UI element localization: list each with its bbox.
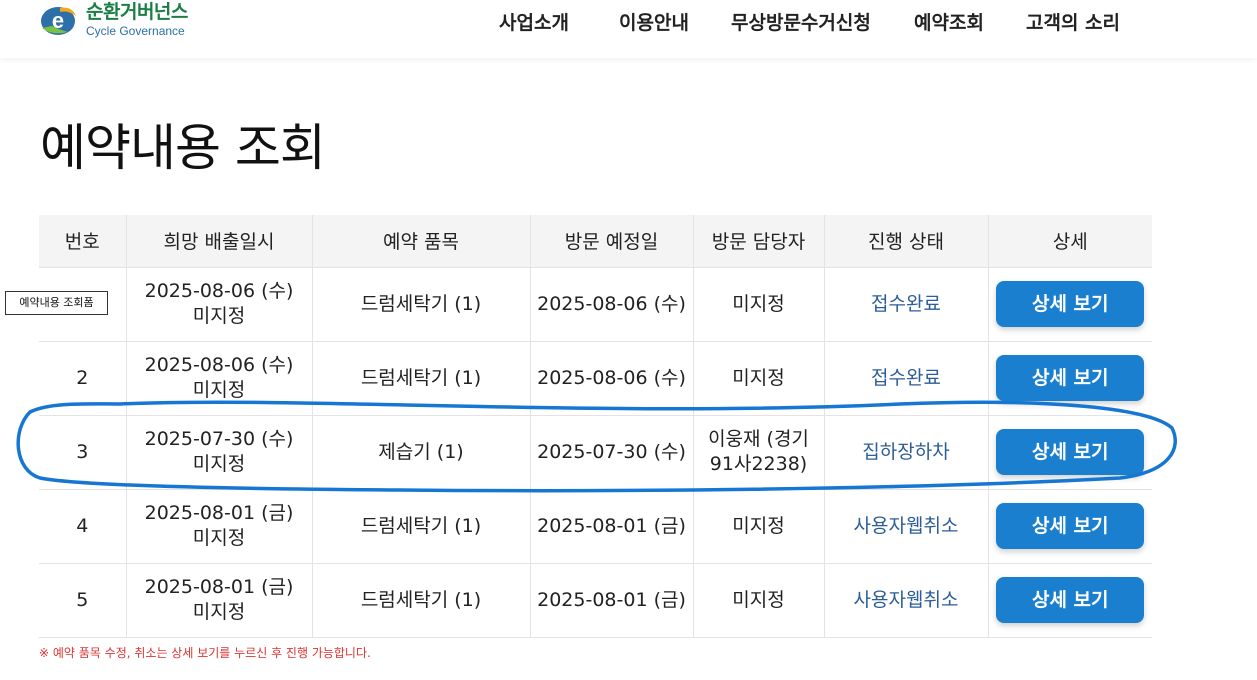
table-row: 3 2025-07-30 (수) 미지정 제습기 (1) 2025-07-30 (…	[39, 415, 1152, 490]
row-detail: 상세 보기	[987, 415, 1152, 490]
header-staff: 방문 담당자	[692, 215, 824, 268]
staff-text: 미지정	[732, 366, 785, 389]
staff-text: 이웅재 (경기	[708, 428, 809, 450]
time-text: 미지정	[192, 601, 246, 623]
row-number: 4	[39, 489, 126, 564]
staff-text: 미지정	[732, 292, 785, 315]
nav-about[interactable]: 사업소개	[499, 8, 569, 35]
table-row: 1 2025-08-06 (수)미지정 드럼세탁기 (1) 2025-08-06…	[39, 267, 1152, 342]
row-visit-date: 2025-08-01 (금)	[529, 489, 693, 564]
detail-button[interactable]: 상세 보기	[996, 503, 1145, 549]
main-nav: 사업소개 이용안내 무상방문수거신청 예약조회 고객의 소리	[0, 8, 1257, 34]
staff-text: 미지정	[732, 514, 785, 537]
row-staff: 미지정	[692, 563, 824, 638]
row-visit-date: 2025-07-30 (수)	[529, 415, 693, 490]
row-desired-date: 2025-08-06 (수) 미지정	[125, 341, 312, 416]
detail-button[interactable]: 상세 보기	[996, 577, 1145, 623]
time-text: 미지정	[192, 527, 246, 549]
notice-text: ※ 예약 품목 수정, 취소는 상세 보기를 누르신 후 진행 가능합니다.	[39, 646, 371, 660]
row-number: 2	[39, 341, 126, 416]
nav-guide[interactable]: 이용안내	[619, 8, 689, 35]
staff-text-2: 91사2238)	[709, 453, 808, 475]
time-text: 미지정	[192, 379, 246, 401]
row-item: 드럼세탁기 (1)	[311, 267, 530, 342]
header-detail: 상세	[987, 215, 1152, 268]
page-title: 예약내용 조회	[40, 119, 326, 177]
staff-text: 미지정	[732, 588, 785, 611]
row-visit-date: 2025-08-06 (수)	[529, 341, 693, 416]
row-status: 접수완료	[823, 341, 988, 416]
header-desired-date: 희망 배출일시	[125, 215, 312, 268]
date-text: 2025-08-01 (금)	[144, 576, 294, 598]
time-text: 미지정	[192, 453, 246, 475]
row-detail: 상세 보기	[987, 341, 1152, 416]
form-tooltip: 예약내용 조회폼	[5, 291, 108, 315]
row-item: 제습기 (1)	[311, 415, 530, 490]
row-item: 드럼세탁기 (1)	[311, 341, 530, 416]
row-status: 사용자웹취소	[823, 489, 988, 564]
nav-reservation-lookup[interactable]: 예약조회	[914, 8, 984, 35]
row-detail: 상세 보기	[987, 489, 1152, 564]
date-text: 2025-07-30 (수)	[144, 428, 294, 450]
nav-free-pickup[interactable]: 무상방문수거신청	[731, 8, 871, 35]
table-row: 4 2025-08-01 (금) 미지정 드럼세탁기 (1) 2025-08-01…	[39, 489, 1152, 564]
row-desired-date: 2025-08-06 (수) 미지정	[125, 267, 312, 342]
row-staff: 미지정	[692, 489, 824, 564]
table-row: 5 2025-08-01 (금) 미지정 드럼세탁기 (1) 2025-08-01…	[39, 563, 1152, 638]
row-staff: 미지정	[692, 267, 824, 342]
row-visit-date: 2025-08-06 (수)	[529, 267, 693, 342]
date-text: 2025-08-06 (수)	[144, 280, 294, 302]
row-staff: 이웅재 (경기 91사2238)	[692, 415, 824, 490]
row-status: 접수완료	[823, 267, 988, 342]
header-visit-date: 방문 예정일	[529, 215, 693, 268]
date-text: 2025-08-01 (금)	[144, 502, 294, 524]
row-visit-date: 2025-08-01 (금)	[529, 563, 693, 638]
site-header: e 순환거버넌스 Cycle Governance 사업소개 이용안내 무상방문…	[0, 0, 1257, 58]
table-row: 2 2025-08-06 (수) 미지정 드럼세탁기 (1) 2025-08-06…	[39, 341, 1152, 416]
time-text: 미지정	[192, 305, 246, 327]
row-status: 집하장하차	[823, 415, 988, 490]
date-text: 2025-08-06 (수)	[144, 354, 294, 376]
row-number: 5	[39, 563, 126, 638]
row-staff: 미지정	[692, 341, 824, 416]
row-status: 사용자웹취소	[823, 563, 988, 638]
row-desired-date: 2025-08-01 (금) 미지정	[125, 563, 312, 638]
row-desired-date: 2025-08-01 (금) 미지정	[125, 489, 312, 564]
detail-button[interactable]: 상세 보기	[996, 429, 1145, 475]
row-item: 드럼세탁기 (1)	[311, 489, 530, 564]
detail-button[interactable]: 상세 보기	[996, 281, 1145, 327]
row-detail: 상세 보기	[987, 563, 1152, 638]
header-status: 진행 상태	[823, 215, 988, 268]
row-number: 3	[39, 415, 126, 490]
row-item: 드럼세탁기 (1)	[311, 563, 530, 638]
nav-customer-voice[interactable]: 고객의 소리	[1026, 8, 1120, 35]
row-detail: 상세 보기	[987, 267, 1152, 342]
table-header-row: 번호 희망 배출일시 예약 품목 방문 예정일 방문 담당자 진행 상태 상세	[39, 215, 1152, 268]
detail-button[interactable]: 상세 보기	[996, 355, 1145, 401]
reservation-table: 번호 희망 배출일시 예약 품목 방문 예정일 방문 담당자 진행 상태 상세 …	[39, 215, 1152, 638]
header-item: 예약 품목	[311, 215, 530, 268]
header-number: 번호	[39, 215, 126, 268]
row-desired-date: 2025-07-30 (수) 미지정	[125, 415, 312, 490]
